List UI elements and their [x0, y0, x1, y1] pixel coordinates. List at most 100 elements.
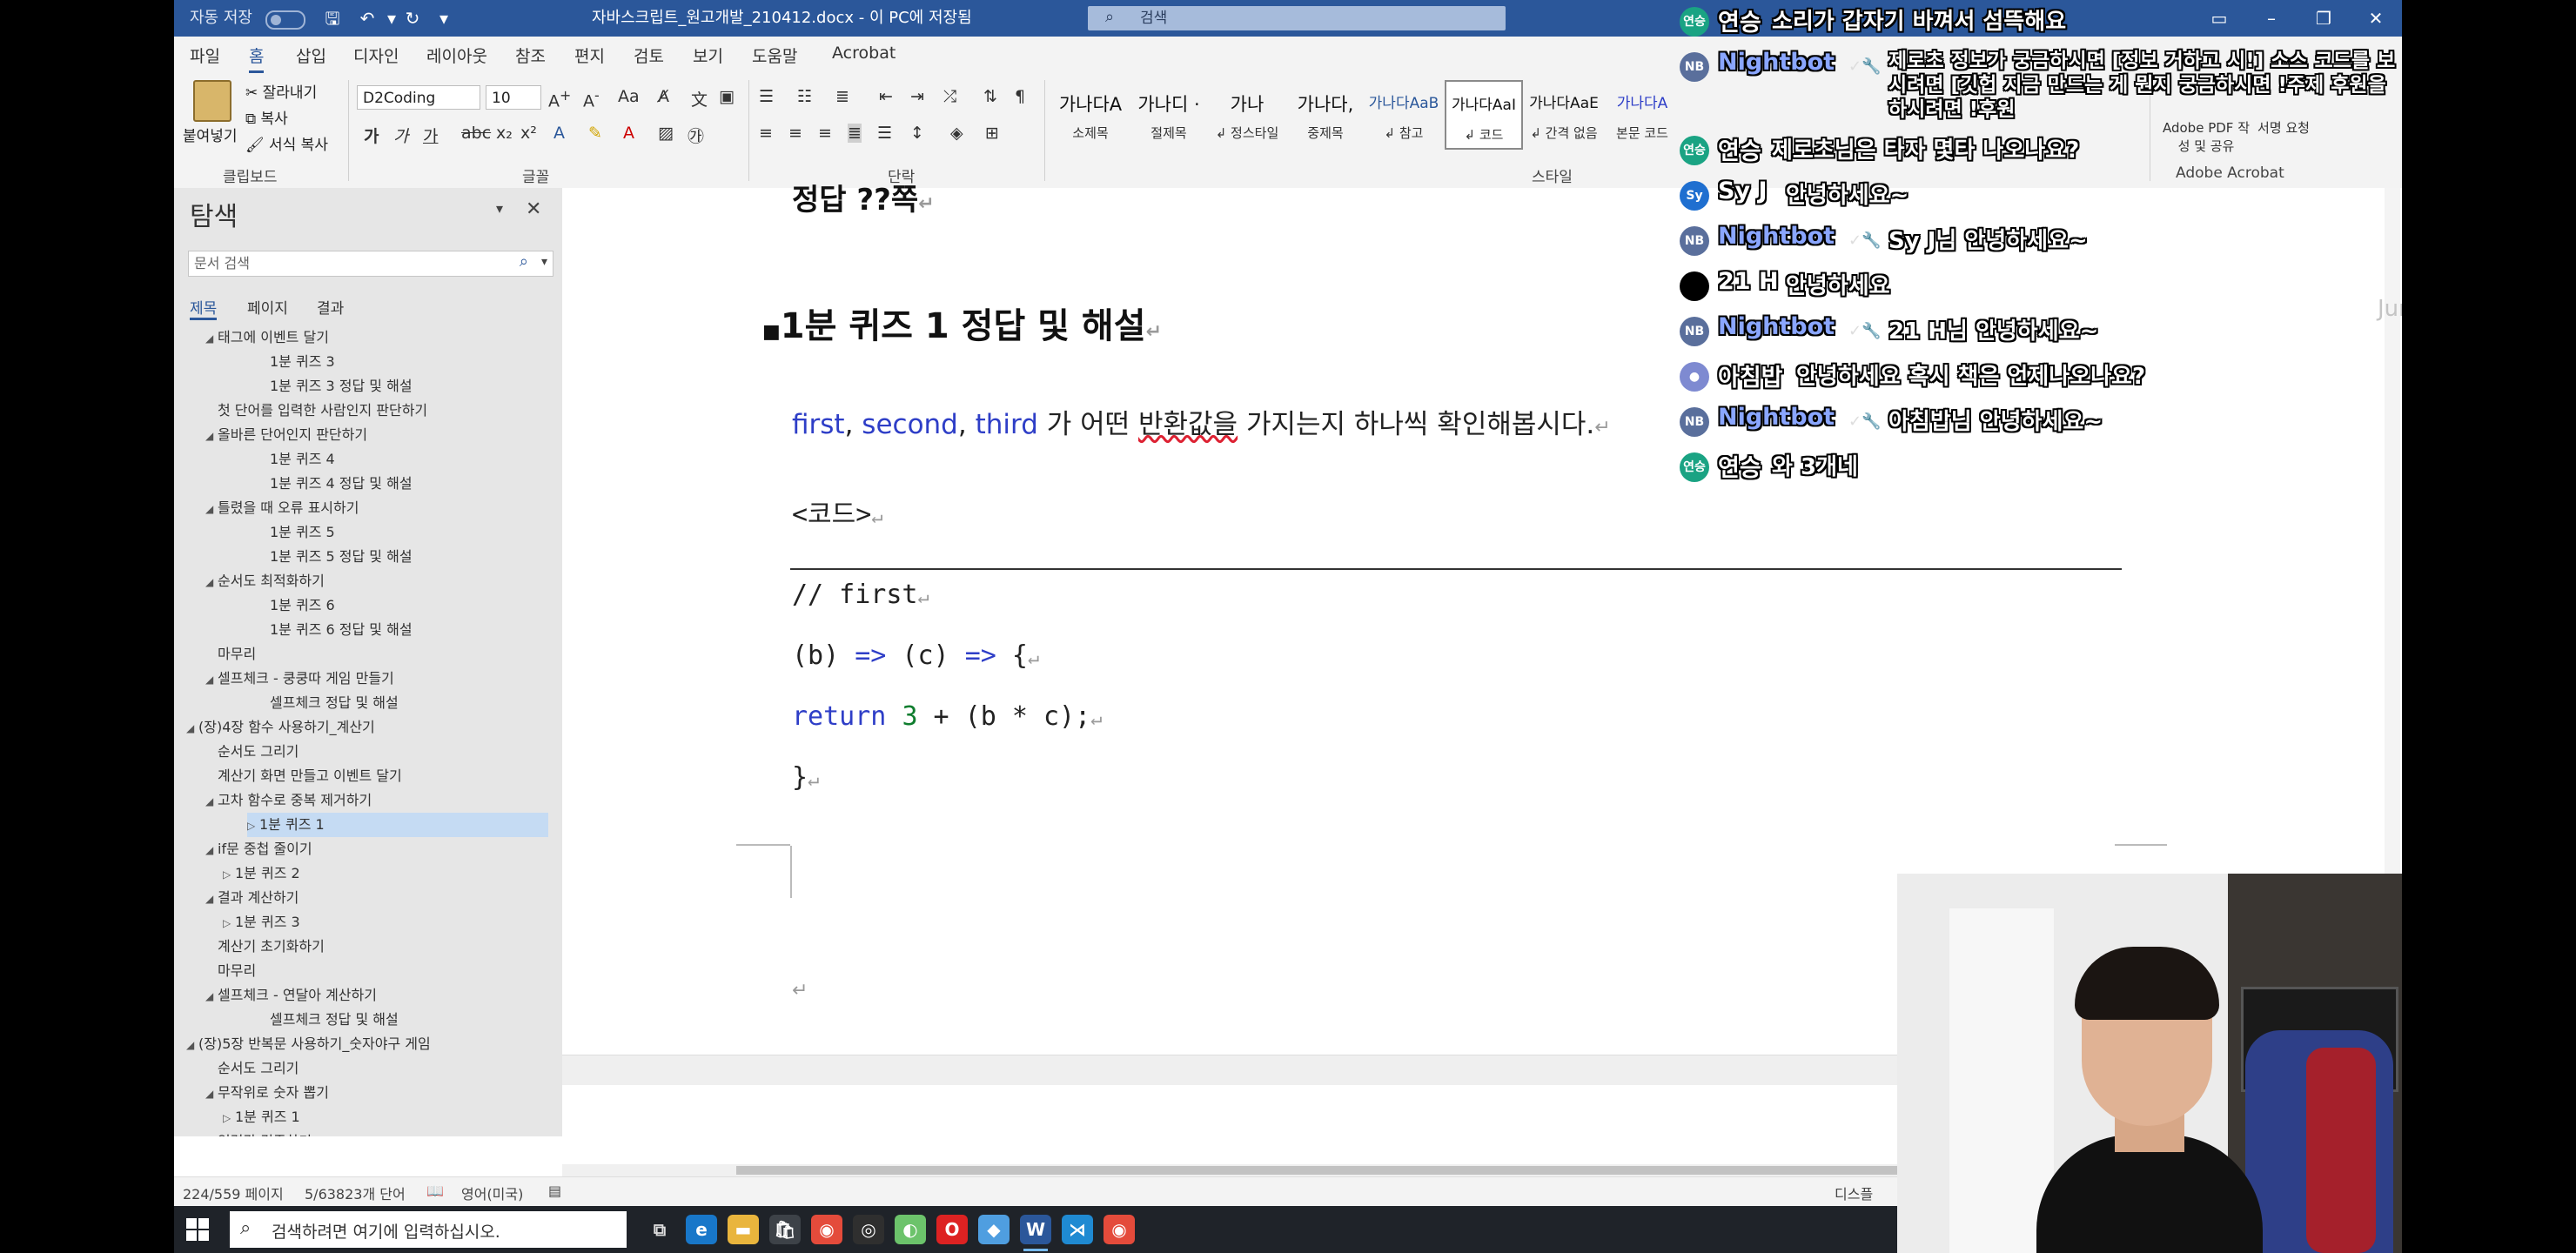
macro-icon[interactable]: ▤	[548, 1183, 561, 1199]
expand-icon[interactable]: ▷	[223, 911, 235, 935]
cut-button[interactable]: ✂ 잘라내기	[245, 80, 317, 102]
show-marks-icon[interactable]: ¶	[1015, 87, 1025, 106]
nav-heading-item[interactable]: ◢ 셀프체크 - 쿵쿵따 게임 만들기	[174, 667, 562, 691]
chrome-icon[interactable]: ◉	[811, 1215, 842, 1244]
customize-toolbar-icon[interactable]: ▾	[433, 8, 454, 29]
tab-review[interactable]: 검토	[634, 44, 664, 67]
font-color-icon[interactable]: A	[623, 124, 634, 143]
highlight-icon[interactable]: ✎	[588, 124, 602, 143]
collapse-icon[interactable]: ◢	[205, 984, 218, 1008]
tab-design[interactable]: 디자인	[353, 44, 399, 67]
nav-heading-item[interactable]: ▷ 1분 퀴즈 3	[174, 910, 562, 935]
nav-options-icon[interactable]: ▾	[496, 200, 503, 217]
undo-icon[interactable]: ↶	[357, 8, 378, 29]
nav-heading-item[interactable]: ◢ 고차 함수로 중복 제거하기	[174, 788, 562, 813]
shrink-font-icon[interactable]: A-	[583, 87, 600, 111]
collapse-icon[interactable]: ◢	[205, 497, 218, 521]
format-painter-button[interactable]: 🖌 서식 복사	[245, 132, 328, 154]
nav-heading-item[interactable]: 1분 퀴즈 3 정답 및 해설	[174, 374, 562, 399]
italic-icon[interactable]: 가	[393, 124, 408, 147]
nav-heading-item[interactable]: ◢ 무작위로 숫자 뽑기	[174, 1081, 562, 1105]
style-section-title[interactable]: 가나디 · 절제목	[1131, 80, 1206, 146]
nav-heading-item[interactable]: ◢ if문 중첩 줄이기	[174, 837, 562, 861]
collapse-icon[interactable]: ◢	[205, 326, 218, 351]
style-subtitle[interactable]: 가나다A 소제목	[1053, 80, 1128, 146]
nav-heading-item[interactable]: ◢ 셀프체크 - 연달아 계산하기	[174, 983, 562, 1008]
sort-icon[interactable]: ⇅	[983, 87, 997, 106]
nav-heading-item[interactable]: ◢ 틀렸을 때 오류 표시하기	[174, 496, 562, 520]
tab-file[interactable]: 파일	[190, 44, 220, 67]
tab-help[interactable]: 도움말	[752, 44, 797, 67]
autosave-toggle[interactable]	[265, 10, 305, 30]
numbering-icon[interactable]: ☷	[797, 87, 812, 106]
char-border-icon[interactable]: ▣	[719, 87, 735, 106]
nav-close-icon[interactable]: ✕	[526, 198, 541, 220]
nav-search-input[interactable]: 문서 검색 ⌕ ▾	[188, 251, 553, 277]
nav-heading-item[interactable]: 순서도 그리기	[174, 1056, 562, 1081]
tab-layout[interactable]: 레이아웃	[426, 44, 487, 67]
change-case-icon[interactable]: Aa	[618, 87, 640, 106]
nav-heading-item[interactable]: 마무리	[174, 959, 562, 983]
collapse-icon[interactable]: ◢	[205, 838, 218, 862]
increase-indent-icon[interactable]: ⇥	[910, 87, 924, 106]
nav-heading-item[interactable]: 1분 퀴즈 4	[174, 447, 562, 472]
collapse-icon[interactable]: ◢	[205, 887, 218, 911]
taskbar-search[interactable]: ⌕ 검색하려면 여기에 입력하십시오.	[230, 1211, 627, 1248]
word-icon[interactable]: W	[1020, 1215, 1051, 1251]
font-size-select[interactable]: 10	[486, 85, 541, 110]
nav-heading-item[interactable]: 1분 퀴즈 5 정답 및 해설	[174, 545, 562, 569]
nav-heading-item[interactable]: ▷ 1분 퀴즈 1	[247, 813, 548, 837]
underline-icon[interactable]: 가	[423, 124, 438, 147]
strikethrough-icon[interactable]: abc	[461, 124, 491, 143]
style-no-spacing[interactable]: 가나다AaE ↲ 간격 없음	[1526, 80, 1601, 146]
bullets-icon[interactable]: ☰	[759, 87, 774, 106]
nav-heading-item[interactable]: 1분 퀴즈 3	[174, 350, 562, 374]
nav-heading-item[interactable]: ▷ 1분 퀴즈 2	[174, 861, 562, 886]
scroll-thumb[interactable]	[736, 1166, 1955, 1175]
collapse-icon[interactable]: ◢	[205, 424, 218, 448]
task-view-icon[interactable]: ⧉	[644, 1215, 675, 1244]
collapse-icon[interactable]: ◢	[186, 716, 198, 740]
display-settings[interactable]: 디스플	[1835, 1183, 1873, 1203]
nav-tab-results[interactable]: 결과	[317, 296, 344, 318]
word-count[interactable]: 5/63823개 단어	[305, 1183, 406, 1203]
tab-view[interactable]: 보기	[693, 44, 723, 67]
text-effects-icon[interactable]: A	[553, 124, 565, 143]
nav-heading-item[interactable]: ◢ (장)5장 반복문 사용하기_숫자야구 게임	[174, 1032, 562, 1056]
expand-icon[interactable]: ▷	[223, 1106, 235, 1130]
tab-acrobat[interactable]: Acrobat	[832, 44, 896, 63]
superscript-icon[interactable]: x²	[520, 124, 537, 143]
page-count[interactable]: 224/559 페이지	[183, 1183, 284, 1203]
collapse-icon[interactable]: ◢	[205, 1082, 218, 1106]
paste-button[interactable]: 붙여넣기	[183, 124, 238, 145]
enclose-char-icon[interactable]: ㉮	[688, 124, 704, 147]
vscode-icon[interactable]: ⋊	[1062, 1215, 1093, 1244]
nav-heading-item[interactable]: 마무리	[174, 642, 562, 667]
chrome-icon[interactable]: ◉	[1104, 1215, 1135, 1244]
style-note[interactable]: 가나다AaB ↲ 참고	[1366, 80, 1441, 146]
style-body-code[interactable]: 가나다A 본문 코드	[1605, 80, 1680, 146]
nav-heading-item[interactable]: 입력값 검증하기	[174, 1129, 562, 1136]
borders-icon[interactable]: ⊞	[985, 124, 999, 143]
line-spacing-icon[interactable]: ↕	[910, 124, 924, 143]
chevron-down-icon[interactable]: ▾	[541, 255, 547, 269]
align-right-icon[interactable]: ≡	[818, 124, 832, 143]
language[interactable]: 영어(미국)	[461, 1183, 523, 1203]
style-jeong[interactable]: 가나 ↲ 정스타일	[1210, 80, 1285, 146]
grow-font-icon[interactable]: A+	[548, 87, 571, 111]
bold-icon[interactable]: 가	[364, 124, 379, 147]
nav-tab-headings[interactable]: 제목	[190, 296, 218, 320]
proofing-icon[interactable]: 📖	[426, 1183, 444, 1199]
windows-start-icon[interactable]	[186, 1218, 209, 1241]
align-left-icon[interactable]: ≡	[759, 124, 773, 143]
expand-icon[interactable]: ▷	[223, 862, 235, 887]
copy-button[interactable]: ⧉ 복사	[245, 106, 288, 128]
style-code[interactable]: 가나다AaI ↲ 코드	[1445, 80, 1523, 150]
nav-heading-item[interactable]: 셀프체크 정답 및 해설	[174, 1008, 562, 1032]
nav-heading-item[interactable]: 계산기 화면 만들고 이벤트 달기	[174, 764, 562, 788]
collapse-icon[interactable]: ◢	[186, 1033, 198, 1057]
char-shading-icon[interactable]: ▨	[658, 124, 674, 143]
nav-heading-item[interactable]: ▷ 1분 퀴즈 1	[174, 1105, 562, 1129]
save-icon[interactable]: 🖫	[322, 8, 343, 29]
nav-heading-item[interactable]: ◢ 올바른 단어인지 판단하기	[174, 423, 562, 447]
